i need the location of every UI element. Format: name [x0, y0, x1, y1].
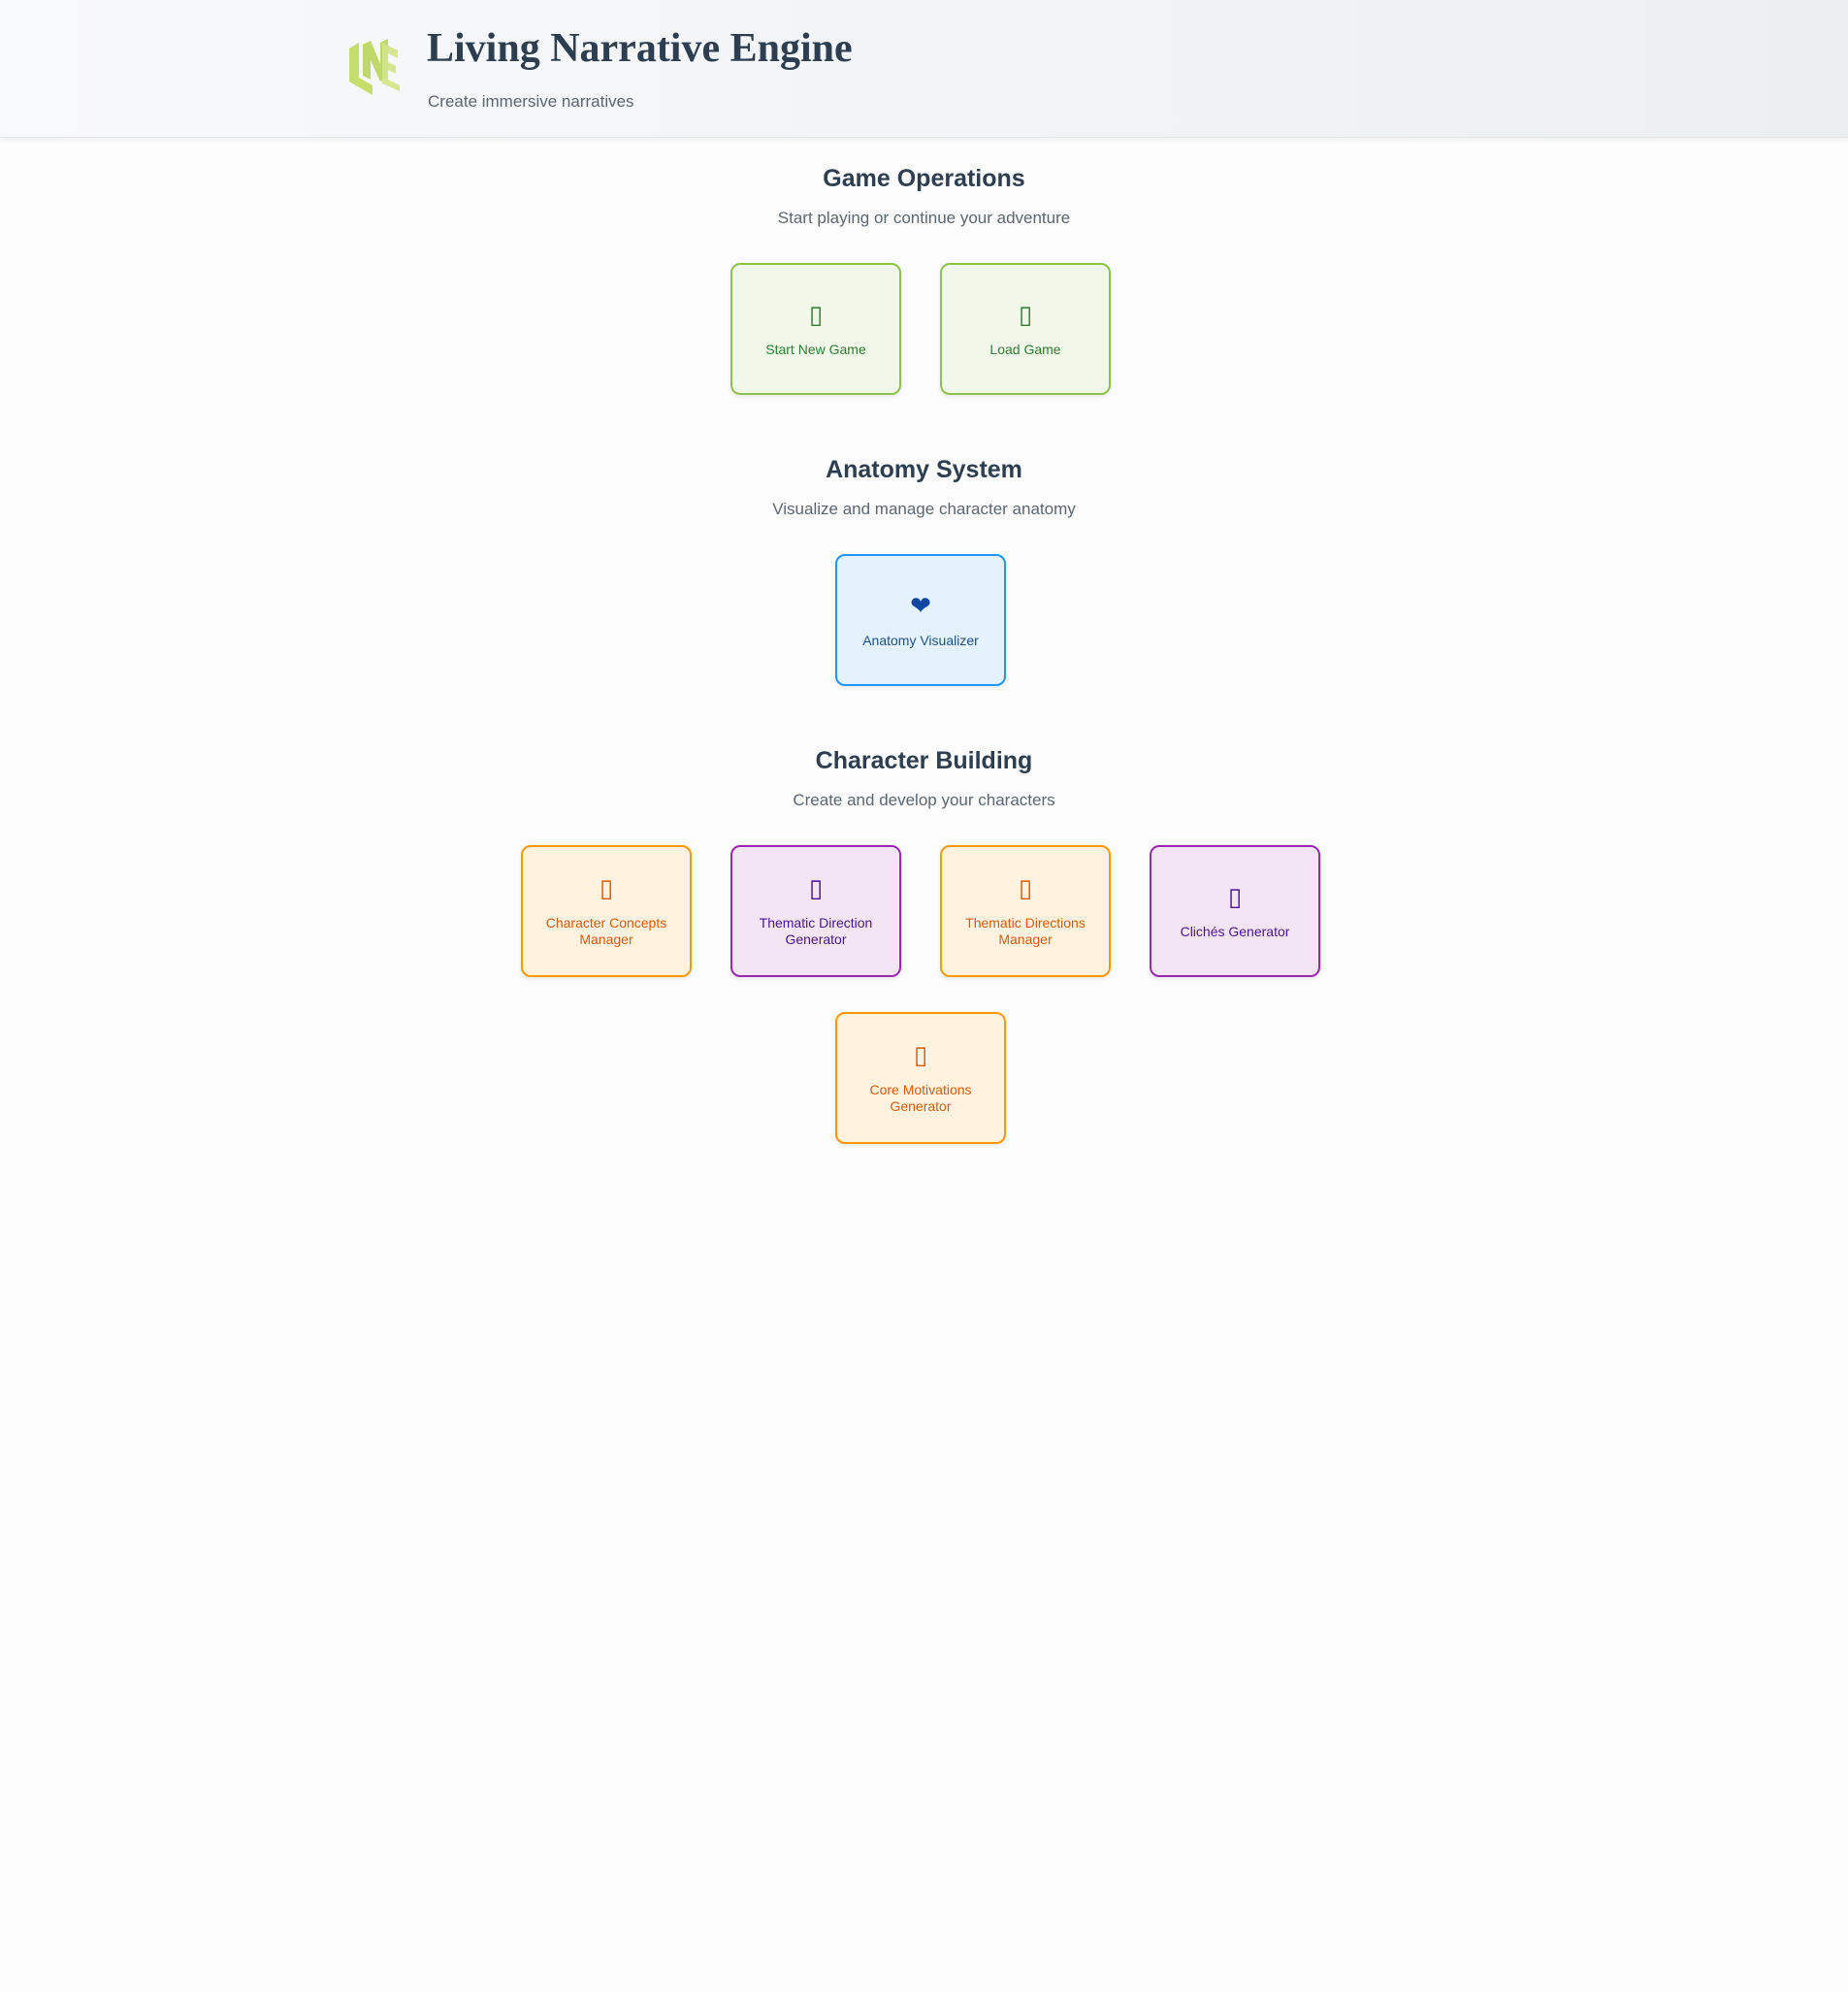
cliches-icon: ▯	[1227, 882, 1243, 912]
section-title-game-operations: Game Operations	[823, 165, 1025, 192]
play-icon: ▯	[808, 300, 824, 330]
section-description-character-building: Create and develop your characters	[793, 791, 1055, 809]
character-concepts-manager-button[interactable]: ▯ Character Concepts Manager	[521, 845, 692, 977]
core-motivations-generator-button[interactable]: ▯ Core Motivations Generator	[835, 1012, 1006, 1144]
button-label: Thematic Direction Generator	[759, 915, 873, 947]
lne-logo-icon	[349, 39, 400, 95]
button-label: Clichés Generator	[1180, 923, 1290, 939]
cliches-generator-button[interactable]: ▯ Clichés Generator	[1150, 845, 1320, 977]
section-title-character-building: Character Building	[815, 747, 1033, 774]
section-title-anatomy-system: Anatomy System	[826, 456, 1022, 483]
section-description-game-operations: Start playing or continue your adventure	[777, 209, 1071, 227]
folder-icon: ▯	[1018, 300, 1033, 330]
button-label: Thematic Directions Manager	[965, 915, 1086, 947]
section-description-anatomy-system: Visualize and manage character anatomy	[772, 500, 1076, 518]
button-label: Character Concepts Manager	[545, 915, 667, 947]
app-subtitle: Create immersive narratives	[428, 92, 634, 111]
app-title: Living Narrative Engine	[427, 26, 853, 71]
motivation-icon: ▯	[913, 1041, 928, 1070]
button-label: Load Game	[989, 341, 1061, 357]
button-label: Start New Game	[765, 341, 866, 357]
button-label: Core Motivations Generator	[869, 1082, 972, 1114]
thematic-direction-generator-button[interactable]: ▯ Thematic Direction Generator	[730, 845, 901, 977]
start-new-game-button[interactable]: ▯ Start New Game	[730, 263, 901, 395]
app-header: Living Narrative Engine Create immersive…	[0, 0, 1848, 138]
load-game-button[interactable]: ▯ Load Game	[940, 263, 1111, 395]
directions-manager-icon: ▯	[1018, 874, 1033, 903]
direction-icon: ▯	[808, 874, 824, 903]
button-label: Anatomy Visualizer	[862, 632, 979, 648]
anatomy-visualizer-button[interactable]: ❤ Anatomy Visualizer	[835, 554, 1006, 686]
concepts-icon: ▯	[599, 874, 614, 903]
thematic-directions-manager-button[interactable]: ▯ Thematic Directions Manager	[940, 845, 1111, 977]
heart-icon: ❤	[910, 591, 931, 621]
